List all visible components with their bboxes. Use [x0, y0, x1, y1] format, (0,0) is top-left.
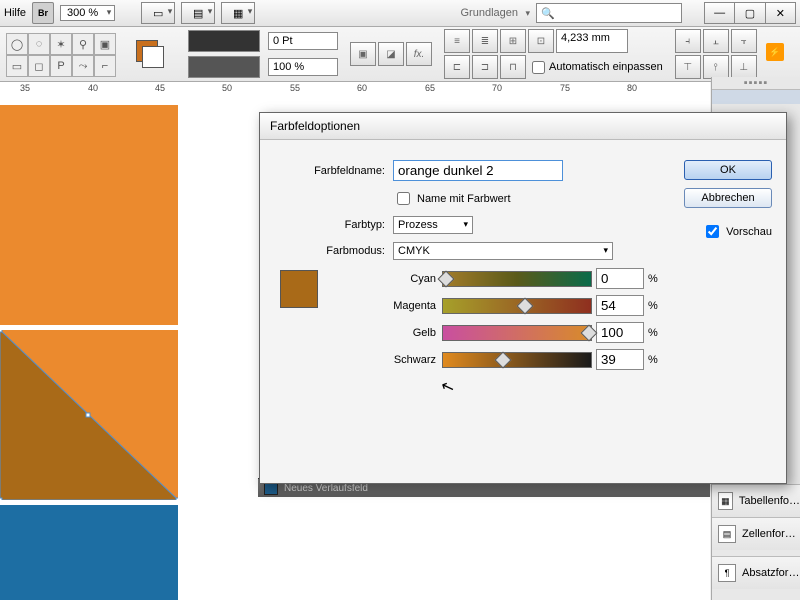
- effects-2-button[interactable]: ◪: [378, 42, 404, 66]
- cyan-label: Cyan: [332, 273, 442, 285]
- black-slider[interactable]: [442, 352, 592, 368]
- text-wrap-1-icon[interactable]: ≡: [444, 29, 470, 53]
- brown-triangle[interactable]: [0, 330, 178, 500]
- align-3-icon[interactable]: ⫟: [731, 29, 757, 53]
- anchor-icon[interactable]: ⚲: [72, 33, 94, 55]
- color-preview-swatch: [280, 270, 318, 308]
- color-mode-dropdown[interactable]: CMYK: [393, 242, 613, 260]
- arrange-button[interactable]: ▤: [181, 2, 215, 24]
- panel-grip-icon[interactable]: ▪▪▪▪▪: [712, 77, 800, 89]
- stroke-style-2-dropdown[interactable]: [188, 56, 260, 78]
- rect-tool-icon[interactable]: ▭: [6, 55, 28, 77]
- dialog-title: Farbfeldoptionen: [260, 113, 786, 140]
- effects-1-button[interactable]: ▣: [350, 42, 376, 66]
- rect-dashed-icon[interactable]: ◻: [28, 55, 50, 77]
- align-2-icon[interactable]: ⫠: [703, 29, 729, 53]
- container-icon[interactable]: ▣: [94, 33, 116, 55]
- ellipse-dashed-icon[interactable]: ◌: [28, 33, 50, 55]
- text-wrap-2-icon[interactable]: ≣: [472, 29, 498, 53]
- stroke-weight-dropdown[interactable]: 0 Pt: [268, 32, 338, 50]
- window-controls: — ▢ ✕: [704, 2, 796, 24]
- ok-button[interactable]: OK: [684, 160, 772, 180]
- opacity-dropdown[interactable]: 100 %: [268, 58, 338, 76]
- tool-palette: ◯ ◌ ✶ ⚲ ▣ ▭ ◻ P ⤳ ⌐: [6, 33, 114, 75]
- swatch-options-dialog: Farbfeldoptionen Farbfeldname: Name mit …: [259, 112, 787, 484]
- view-options-button[interactable]: ▦: [221, 2, 255, 24]
- close-button[interactable]: ✕: [766, 3, 795, 23]
- blue-rect[interactable]: [0, 505, 178, 600]
- color-type-label: Farbtyp:: [280, 219, 393, 231]
- wand-icon[interactable]: ✶: [50, 33, 72, 55]
- magenta-value-input[interactable]: [596, 295, 644, 316]
- text-wrap-3-icon[interactable]: ⊞: [500, 29, 526, 53]
- color-type-dropdown[interactable]: Prozess: [393, 216, 473, 234]
- align-4-icon[interactable]: ⊤: [675, 55, 701, 79]
- fx-button[interactable]: fx.: [406, 42, 432, 66]
- align-6-icon[interactable]: ⊥: [731, 55, 757, 79]
- search-icon: 🔍: [541, 7, 555, 20]
- type-tool-icon[interactable]: P: [50, 55, 72, 77]
- cursor-icon: ↖: [438, 375, 457, 398]
- bridge-icon[interactable]: Br: [32, 2, 54, 24]
- corner-icon[interactable]: ⌐: [94, 55, 116, 77]
- fit-2-icon[interactable]: ⊐: [472, 55, 498, 79]
- name-label: Farbfeldname:: [280, 165, 393, 177]
- black-value-input[interactable]: [596, 349, 644, 370]
- black-label: Schwarz: [332, 354, 442, 366]
- yellow-slider[interactable]: [442, 325, 592, 341]
- zoom-dropdown[interactable]: 300 %: [60, 5, 115, 21]
- ellipse-tool-icon[interactable]: ◯: [6, 33, 28, 55]
- cyan-value-input[interactable]: [596, 268, 644, 289]
- orange-rect-1[interactable]: [0, 105, 178, 325]
- cyan-slider[interactable]: [442, 271, 592, 287]
- yellow-value-input[interactable]: [596, 322, 644, 343]
- magenta-slider[interactable]: [442, 298, 592, 314]
- stroke-style-dropdown[interactable]: [188, 30, 260, 52]
- fit-3-icon[interactable]: ⊓: [500, 55, 526, 79]
- cell-formats-panel[interactable]: ▤Zellenfor…: [712, 517, 800, 550]
- maximize-button[interactable]: ▢: [735, 3, 765, 23]
- yellow-label: Gelb: [332, 327, 442, 339]
- control-toolbar: ◯ ◌ ✶ ⚲ ▣ ▭ ◻ P ⤳ ⌐ 0 Pt 100 % ▣ ◪ fx. ≡…: [0, 27, 800, 82]
- workspace-dropdown[interactable]: Grundlagen: [453, 5, 531, 21]
- text-wrap-4-icon[interactable]: ⊡: [528, 29, 554, 53]
- align-1-icon[interactable]: ⫞: [675, 29, 701, 53]
- align-5-icon[interactable]: ⫯: [703, 55, 729, 79]
- paragraph-formats-panel[interactable]: ¶Absatzfor…: [712, 556, 800, 589]
- search-input[interactable]: 🔍: [536, 3, 682, 23]
- minimize-button[interactable]: —: [705, 3, 735, 23]
- cancel-button[interactable]: Abbrechen: [684, 188, 772, 208]
- menubar: Hilfe Br 300 % ▭ ▤ ▦ Grundlagen 🔍 — ▢ ✕: [0, 0, 800, 27]
- swatch-name-input[interactable]: [393, 160, 563, 181]
- name-with-value-checkbox[interactable]: Name mit Farbwert: [393, 189, 511, 208]
- help-menu[interactable]: Hilfe: [4, 7, 26, 19]
- fill-stroke-swatch[interactable]: [136, 40, 164, 68]
- color-mode-label: Farbmodus:: [280, 245, 393, 257]
- screen-mode-button[interactable]: ▭: [141, 2, 175, 24]
- fit-1-icon[interactable]: ⊏: [444, 55, 470, 79]
- preview-checkbox[interactable]: Vorschau: [684, 222, 772, 241]
- size-field[interactable]: 4,233 mm: [556, 29, 628, 53]
- bezier-icon[interactable]: ⤳: [72, 55, 94, 77]
- auto-fit-checkbox[interactable]: Automatisch einpassen: [532, 55, 663, 79]
- flash-icon[interactable]: ⚡: [766, 43, 784, 61]
- magenta-label: Magenta: [332, 300, 442, 312]
